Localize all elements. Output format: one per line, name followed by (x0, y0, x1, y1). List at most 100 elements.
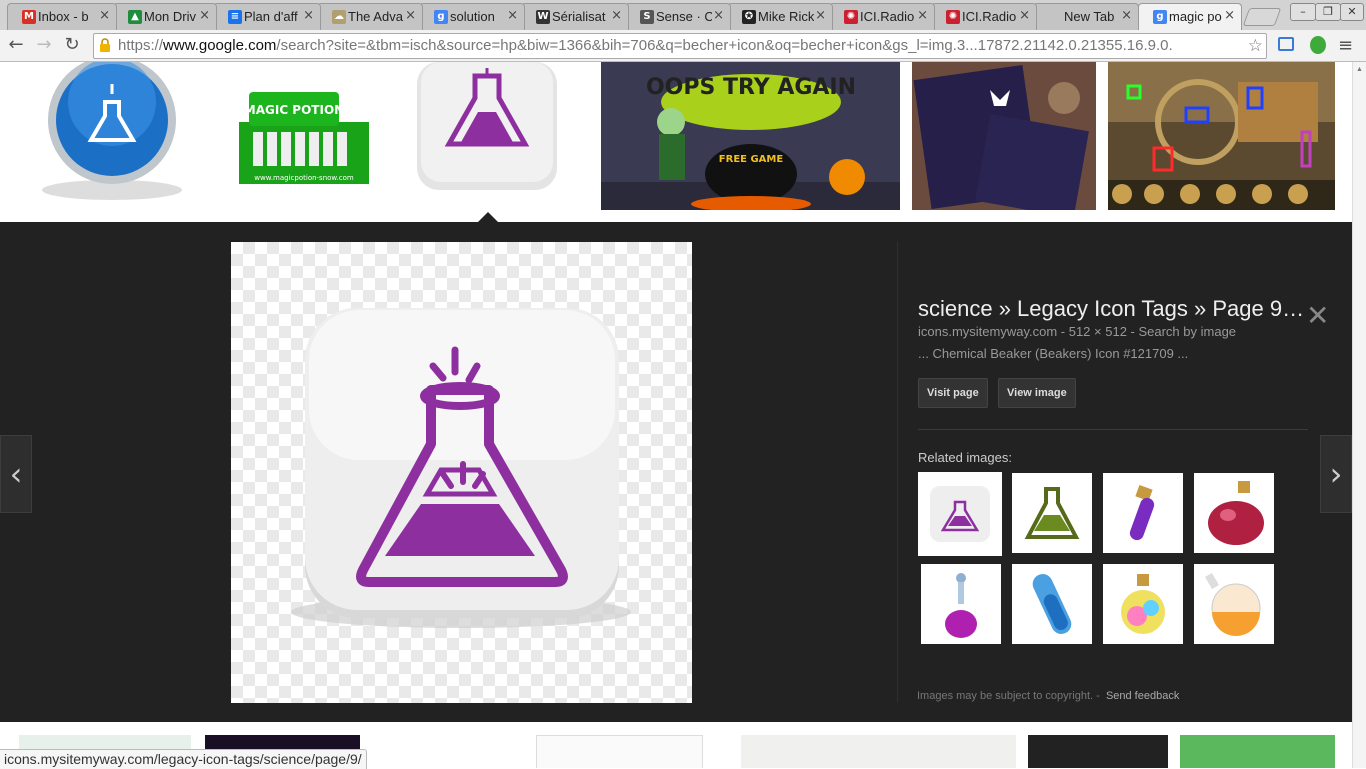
image-description: ... Chemical Beaker (Beakers) Icon #1217… (918, 346, 1189, 361)
extension-icon[interactable] (1278, 37, 1294, 51)
docs-icon: ≡ (228, 10, 242, 24)
tab-close-icon[interactable]: × (611, 8, 622, 23)
image-search-page: MAGIC POTION www.magicpotion-snow.com OO… (0, 62, 1352, 768)
cloud-icon: ☁ (332, 10, 346, 24)
image-title[interactable]: science » Legacy Icon Tags » Page 9… (918, 296, 1304, 322)
tab-title: Sense · C (656, 9, 712, 24)
browser-toolbar: ← → ↻ https://www.google.com/search?site… (0, 30, 1366, 62)
tab-close-icon[interactable]: × (1121, 8, 1132, 23)
result-thumbnail-hidden-object-game[interactable] (1108, 62, 1335, 210)
next-image-button[interactable]: › (1320, 435, 1352, 513)
page-scrollbar[interactable]: ▲ (1352, 62, 1366, 768)
radio-canada-icon: ✺ (844, 10, 858, 24)
copyright-text: Images may be subject to copyright. (917, 690, 1094, 702)
related-image-5[interactable] (921, 564, 1001, 644)
related-image-3[interactable] (1103, 473, 1183, 553)
result-thumbnail-magic-potion[interactable]: MAGIC POTION www.magicpotion-snow.com (219, 62, 373, 205)
tab-title: Inbox - b (38, 9, 89, 24)
related-image-8[interactable] (1194, 564, 1274, 644)
close-icon[interactable]: ✕ (1306, 302, 1329, 330)
gmail-icon: M (22, 10, 36, 24)
result-thumbnail-bottom-3[interactable] (536, 735, 703, 768)
tab-8[interactable]: ✪ Mike Rick × (727, 3, 833, 30)
image-detail-panel: ‹ ✕ science » Legacy Icon Tags » Page 9…… (0, 222, 1352, 722)
result-thumbnail-bottom-6[interactable] (1180, 735, 1335, 768)
tab-title: ICI.Radio (962, 9, 1017, 24)
previous-image-button[interactable]: ‹ (0, 435, 32, 513)
tab-title: The Adva (348, 9, 403, 24)
tab-title: ICI.Radio (860, 9, 915, 24)
tab-5[interactable]: g solution × (419, 3, 525, 30)
send-feedback-link[interactable]: Send feedback (1106, 690, 1179, 702)
panel-divider (897, 242, 898, 702)
tab-10[interactable]: ✺ ICI.Radio × (931, 3, 1037, 30)
close-window-button[interactable]: ✕ (1340, 3, 1364, 21)
minimize-button[interactable]: – (1290, 3, 1316, 21)
tab-close-icon[interactable]: × (1019, 8, 1030, 23)
related-images-label: Related images: (918, 450, 1012, 465)
tab-title: New Tab (1064, 9, 1115, 24)
tab-title: Mike Rick (758, 9, 814, 24)
tab-close-icon[interactable]: × (199, 8, 210, 23)
radio-canada-icon: ✺ (946, 10, 960, 24)
bookmark-star-icon[interactable]: ☆ (1248, 35, 1263, 57)
related-image-2[interactable] (1012, 473, 1092, 553)
oops-title: OOPS TRY AGAIN (646, 75, 856, 100)
related-image-6[interactable] (1012, 564, 1092, 644)
info-divider (918, 429, 1308, 430)
extension-green-icon[interactable] (1310, 36, 1326, 54)
result-thumbnail-blue-beaker[interactable] (17, 62, 207, 210)
free-game-label: FREE GAME (719, 154, 784, 165)
tab-11[interactable]: New Tab × (1033, 3, 1139, 30)
result-thumbnail-coffee-bags[interactable] (912, 62, 1096, 210)
tab-title: magic po (1169, 9, 1222, 24)
tab-close-icon[interactable]: × (303, 8, 314, 23)
drive-icon: ▲ (128, 10, 142, 24)
copyright-notice: Images may be subject to copyright. - Se… (917, 690, 1180, 702)
forward-icon[interactable]: → (32, 33, 56, 57)
result-thumbnail-bottom-4[interactable] (741, 735, 1016, 768)
lock-icon (99, 38, 111, 52)
reload-icon[interactable]: ↻ (60, 33, 84, 57)
google-icon: g (1153, 10, 1167, 24)
tab-1[interactable]: M Inbox - b × (7, 3, 117, 30)
status-bar-url: icons.mysitemyway.com/legacy-icon-tags/s… (0, 749, 367, 769)
tab-title: Plan d'aff (244, 9, 298, 24)
tab-close-icon[interactable]: × (815, 8, 826, 23)
tab-close-icon[interactable]: × (917, 8, 928, 23)
tab-title: solution (450, 9, 495, 24)
related-image-4[interactable] (1194, 473, 1274, 553)
blank-page-icon (1048, 10, 1062, 24)
tab-close-icon[interactable]: × (1224, 8, 1235, 23)
sense-icon: S (640, 10, 654, 24)
magic-potion-url: www.magicpotion-snow.com (254, 174, 354, 182)
result-thumbnail-purple-beaker-selected[interactable] (385, 62, 589, 210)
tab-7[interactable]: S Sense · C × (625, 3, 731, 30)
tab-close-icon[interactable]: × (507, 8, 518, 23)
new-tab-button[interactable] (1242, 8, 1282, 26)
visit-page-button[interactable]: Visit page (918, 378, 988, 408)
tab-2[interactable]: ▲ Mon Driv × (113, 3, 217, 30)
result-thumbnail-witch-game[interactable]: OOPS TRY AGAIN FREE GAME (601, 62, 900, 210)
scroll-up-icon[interactable]: ▲ (1356, 66, 1363, 73)
tab-4[interactable]: ☁ The Adva × (317, 3, 423, 30)
address-bar[interactable]: https://www.google.com/search?site=&tbm=… (93, 33, 1267, 59)
nhl-icon: ✪ (742, 10, 756, 24)
related-image-1[interactable] (918, 472, 1002, 556)
preview-image[interactable] (231, 242, 692, 703)
menu-icon[interactable]: ≡ (1338, 34, 1353, 58)
back-icon[interactable]: ← (4, 33, 28, 57)
view-image-button[interactable]: View image (998, 378, 1076, 408)
tab-3[interactable]: ≡ Plan d'aff × (213, 3, 321, 30)
magic-potion-label: MAGIC POTION (244, 103, 344, 117)
tab-6[interactable]: W Sérialisat × (521, 3, 629, 30)
maximize-button[interactable]: ❐ (1315, 3, 1341, 21)
result-thumbnail-bottom-5[interactable] (1028, 735, 1168, 768)
tab-12[interactable]: g magic po × (1138, 3, 1242, 30)
tab-9[interactable]: ✺ ICI.Radio × (829, 3, 935, 30)
related-image-7[interactable] (1103, 564, 1183, 644)
tab-title: Mon Driv (144, 9, 197, 24)
tab-close-icon[interactable]: × (713, 8, 724, 23)
tab-close-icon[interactable]: × (405, 8, 416, 23)
tab-close-icon[interactable]: × (99, 8, 110, 23)
